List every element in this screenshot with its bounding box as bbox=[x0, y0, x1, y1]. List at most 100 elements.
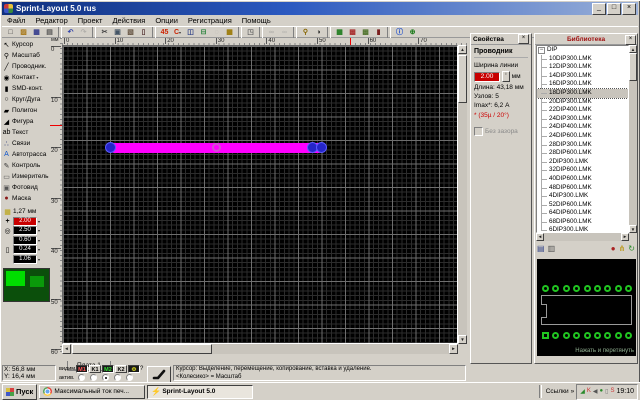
tray-network-icon[interactable]: ◢ bbox=[580, 388, 585, 395]
trace-node-start[interactable] bbox=[105, 142, 116, 153]
library-item[interactable]: 48DIP600.LMK bbox=[537, 184, 628, 193]
library-close-icon[interactable]: × bbox=[625, 35, 636, 45]
delete-button[interactable]: ▯ bbox=[137, 27, 150, 38]
board-canvas[interactable] bbox=[62, 45, 458, 344]
smd-width-caret-icon[interactable]: ▾ bbox=[38, 247, 40, 252]
library-item[interactable]: 52DIP600.LMK bbox=[537, 201, 628, 210]
toolbar-separator[interactable] bbox=[293, 27, 297, 38]
tray-messenger-icon[interactable]: S bbox=[610, 388, 614, 395]
toolbar-separator[interactable] bbox=[92, 27, 96, 38]
no-gap-checkbox[interactable] bbox=[474, 127, 483, 136]
origin-button[interactable]: ⊕ bbox=[406, 27, 419, 38]
tool-circle[interactable]: ○Круг/Дуга bbox=[1, 94, 50, 105]
library-item[interactable]: 10DIP300.LMK bbox=[537, 55, 628, 64]
close-button[interactable]: × bbox=[622, 3, 636, 15]
library-save-icon[interactable]: ▤ bbox=[537, 244, 545, 254]
active-layer-radio[interactable] bbox=[90, 374, 97, 381]
footprint-preview[interactable]: Нажать и перетянуть bbox=[537, 259, 636, 356]
library-item[interactable]: 14DIP300.LMK bbox=[537, 72, 628, 81]
bend-mode-button[interactable] bbox=[147, 366, 171, 383]
toolbar-separator[interactable] bbox=[238, 27, 242, 38]
import-button[interactable]: ◳ bbox=[244, 27, 257, 38]
menu-item[interactable]: Проект bbox=[73, 15, 108, 26]
menu-item[interactable]: Редактор bbox=[30, 15, 72, 26]
links-toolbar[interactable]: Ссылки bbox=[546, 388, 569, 395]
grid-row[interactable]: ▦ 1,27 мм bbox=[2, 207, 49, 217]
layer-color-swatch[interactable] bbox=[3, 268, 50, 302]
snap-button[interactable]: ◌ bbox=[210, 27, 223, 38]
scroll-down-icon[interactable]: ▼ bbox=[458, 335, 467, 344]
tool-photoview[interactable]: ▣Фотовид bbox=[1, 182, 50, 193]
footprint-top-button[interactable]: ▩ bbox=[346, 27, 359, 38]
tool-autoroute[interactable]: AАвтотрасса bbox=[1, 149, 50, 160]
board-view-button[interactable]: ▦ bbox=[333, 27, 346, 38]
tray-antivirus-icon[interactable]: ● bbox=[600, 388, 604, 395]
info-button[interactable]: ⓘ bbox=[393, 27, 406, 38]
redo-button[interactable]: ↷ bbox=[77, 27, 90, 38]
paste-button[interactable]: ▧ bbox=[124, 27, 137, 38]
library-item[interactable]: 22DIP400.LMK bbox=[537, 106, 628, 115]
macros-button[interactable]: ▮ bbox=[372, 27, 385, 38]
tool-zoom[interactable]: ⚲Масштаб bbox=[1, 50, 50, 61]
library-item[interactable]: 20DIP300.LMK bbox=[537, 98, 628, 107]
trace-node-end-b[interactable] bbox=[316, 142, 327, 153]
tool-connections[interactable]: ∴Связи bbox=[1, 138, 50, 149]
properties-close-icon[interactable]: × bbox=[518, 34, 529, 44]
links-chevron-icon[interactable]: » bbox=[571, 388, 575, 395]
tree-collapse-icon[interactable]: − bbox=[538, 47, 545, 54]
library-vscrollbar[interactable]: ▲ ▼ bbox=[629, 45, 637, 233]
start-button[interactable]: Пуск bbox=[2, 384, 37, 400]
track-width-input[interactable]: 2.00 bbox=[474, 72, 500, 82]
library-item[interactable]: 18DIP300.LMK bbox=[537, 89, 628, 98]
mirror-vertical-button[interactable]: ⊟ bbox=[197, 27, 210, 38]
layer-button[interactable]: K1 bbox=[89, 365, 101, 373]
rotate-button[interactable]: C▾ bbox=[171, 27, 184, 38]
tool-smd-pad[interactable]: ▮SMD-конт. bbox=[1, 83, 50, 94]
tool-text[interactable]: abТекст bbox=[1, 127, 50, 138]
library-record-icon[interactable]: ● bbox=[611, 244, 616, 254]
trace-node-middle[interactable] bbox=[212, 143, 221, 152]
menu-item[interactable]: Файл bbox=[2, 15, 30, 26]
toolbar-separator[interactable] bbox=[327, 27, 331, 38]
library-item[interactable]: 40DIP600.LMK bbox=[537, 175, 628, 184]
library-item[interactable]: 12DIP300.LMK bbox=[537, 63, 628, 72]
tool-measure[interactable]: ▭Измеритель bbox=[1, 171, 50, 182]
library-item[interactable]: 24DIP600.LMK bbox=[537, 132, 628, 141]
cut-button[interactable]: ✂ bbox=[98, 27, 111, 38]
tool-polygon[interactable]: ▰Полигон bbox=[1, 105, 50, 116]
active-layer-radio[interactable] bbox=[102, 374, 109, 381]
library-item[interactable]: 68DIP600.LMK bbox=[537, 218, 628, 227]
undo-button[interactable]: ↶ bbox=[64, 27, 77, 38]
layer-button[interactable]: Ф bbox=[128, 365, 140, 373]
menu-item[interactable]: Помощь bbox=[237, 15, 276, 26]
pad-hole-caret-icon[interactable]: ▾ bbox=[38, 238, 40, 243]
library-trash-icon[interactable]: ▥ bbox=[548, 244, 556, 254]
minimize-button[interactable]: _ bbox=[592, 3, 606, 15]
open-button[interactable]: ▨ bbox=[17, 27, 30, 38]
library-pick-icon[interactable]: ⋔ bbox=[619, 244, 626, 254]
track-width-field[interactable]: 2.00 bbox=[13, 217, 37, 226]
layer-button[interactable]: K2 bbox=[115, 365, 127, 373]
smd-height-field[interactable]: 1.06 bbox=[13, 255, 37, 264]
taskbar-task[interactable]: Максимальный ток печ... bbox=[39, 385, 145, 399]
library-item[interactable]: 4DIP300.LMK bbox=[537, 192, 628, 201]
active-layer-radio[interactable] bbox=[114, 374, 121, 381]
active-layer-radio[interactable] bbox=[126, 374, 133, 381]
library-item[interactable]: 24DIP400.LMK bbox=[537, 123, 628, 132]
tool-cursor[interactable]: ↖Курсор bbox=[1, 39, 50, 50]
menu-item[interactable]: Регистрация bbox=[183, 15, 237, 26]
toolbar-separator[interactable] bbox=[152, 27, 156, 38]
tool-track[interactable]: ╱Проводник. bbox=[1, 61, 50, 72]
save-button[interactable]: ▦ bbox=[30, 27, 43, 38]
smd-height-caret-icon[interactable]: ▾ bbox=[38, 257, 40, 262]
pad-outer-field[interactable]: 2.50 bbox=[13, 226, 37, 235]
layer-button[interactable]: М1 bbox=[76, 365, 88, 373]
library-hscrollbar[interactable]: ◄ ► bbox=[536, 233, 629, 241]
library-item[interactable]: 24DIP300.LMK bbox=[537, 115, 628, 124]
scroll-left-icon[interactable]: ◄ bbox=[62, 344, 71, 354]
library-item[interactable]: 28DIP600.LMK bbox=[537, 149, 628, 158]
angle-45-button[interactable]: 45 bbox=[158, 27, 171, 38]
library-item[interactable]: 28DIP300.LMK bbox=[537, 141, 628, 150]
tray-device-icon[interactable]: ▯ bbox=[605, 388, 608, 395]
scroll-right-icon[interactable]: ► bbox=[449, 344, 458, 354]
